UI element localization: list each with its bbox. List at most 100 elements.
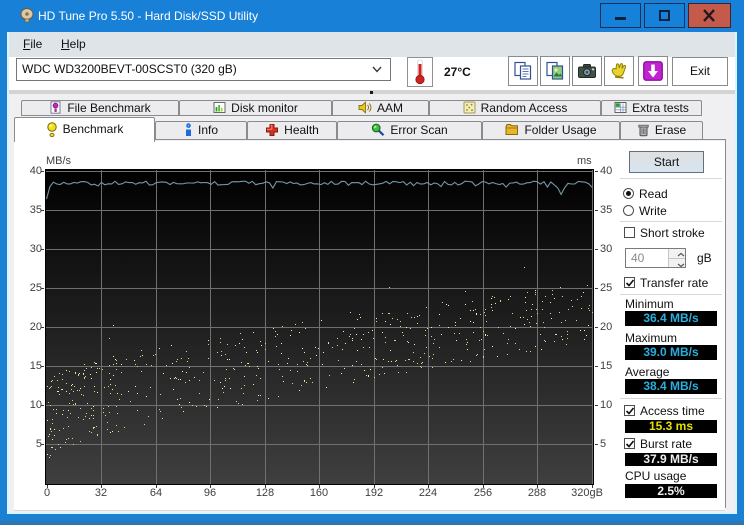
save-results-button[interactable] <box>638 56 668 86</box>
extra-tests-icon <box>614 102 627 114</box>
axis-tick-label: 15 <box>29 360 42 372</box>
axis-tick-label: 224 <box>418 487 438 499</box>
temperature-button[interactable] <box>407 57 433 87</box>
check-icon <box>625 440 635 448</box>
axis-tick-label: 96 <box>203 487 217 499</box>
minimize-button[interactable] <box>600 3 641 28</box>
axis-tick-label: 30 <box>29 243 42 255</box>
tab-aam[interactable]: AAM <box>332 100 429 116</box>
write-radio[interactable] <box>623 205 634 216</box>
hand-icon <box>611 63 627 79</box>
tab-file-benchmark[interactable]: File Benchmark <box>21 100 179 116</box>
support-button[interactable] <box>604 56 634 86</box>
panel-separator-2 <box>620 221 722 222</box>
disk-monitor-icon <box>213 102 226 114</box>
camera-icon <box>578 64 596 78</box>
close-button[interactable] <box>688 3 731 28</box>
drive-select-value: WDC WD3200BEVT-00SCST0 (320 gB) <box>22 62 237 76</box>
trash-icon <box>638 124 649 137</box>
axis-tick-label: 64 <box>149 487 163 499</box>
spinner-buttons[interactable] <box>668 249 685 268</box>
spin-up-button[interactable] <box>669 249 685 258</box>
copy-text-icon <box>514 61 532 80</box>
copy-image-button[interactable] <box>540 56 570 86</box>
axis-tick <box>41 444 44 445</box>
thermometer-icon <box>415 59 425 85</box>
transfer-rate-label: Transfer rate <box>640 276 709 290</box>
access-time-value: 15.3 ms <box>625 420 717 433</box>
burst-rate-checkbox[interactable] <box>624 438 635 449</box>
copy-image-icon <box>546 61 564 80</box>
axis-tick-label: 256 <box>473 487 493 499</box>
tab-error-scan[interactable]: Error Scan <box>337 121 482 140</box>
tab-folder-usage[interactable]: Folder Usage <box>482 121 620 140</box>
maximize-button[interactable] <box>644 3 685 28</box>
axis-tick-label: 25 <box>29 282 42 294</box>
tab-erase[interactable]: Erase <box>620 121 703 140</box>
hd-tune-window: HD Tune Pro 5.50 - Hard Disk/SSD Utility… <box>0 0 744 525</box>
axis-tick-label: 160 <box>309 487 329 499</box>
short-stroke-size-spinner[interactable]: 40 <box>625 248 686 268</box>
cpu-usage-value: 2.5% <box>625 484 717 498</box>
speaker-icon <box>358 101 372 115</box>
spin-down-button[interactable] <box>669 258 685 268</box>
copy-text-button[interactable] <box>508 56 538 86</box>
panel-border-top <box>611 139 726 140</box>
panel-separator-1 <box>620 178 722 179</box>
axis-tick-label: 128 <box>255 487 275 499</box>
access-time-checkbox[interactable] <box>624 405 635 416</box>
close-icon <box>703 9 715 22</box>
maximum-value: 39.0 MB/s <box>625 345 717 360</box>
axis-tick-label: 10 <box>29 399 42 411</box>
panel-separator-3 <box>620 294 722 295</box>
tab-label: AAM <box>376 101 403 115</box>
y-left-unit: MB/s <box>46 155 72 167</box>
tab-random-access[interactable]: Random Access <box>429 100 601 116</box>
tab-extra-tests[interactable]: Extra tests <box>601 100 702 116</box>
burst-rate-label: Burst rate <box>640 437 693 451</box>
folder-icon <box>505 124 519 136</box>
tab-label: Disk monitor <box>231 101 298 115</box>
axis-tick <box>595 327 598 328</box>
frame-bottom-edge <box>0 521 744 525</box>
spin-down-icon <box>677 263 685 268</box>
tab-info[interactable]: Info <box>155 121 247 140</box>
axis-tick-label: 30 <box>600 243 613 255</box>
axis-tick <box>595 249 598 250</box>
axis-tick-label: 20 <box>600 321 613 333</box>
axis-tick-label: 320gB <box>571 487 603 499</box>
read-label: Read <box>639 187 668 201</box>
axis-tick <box>595 171 598 172</box>
check-icon <box>625 279 635 287</box>
write-label: Write <box>639 204 667 218</box>
menu-file[interactable]: File <box>14 32 51 57</box>
window-title: HD Tune Pro 5.50 - Hard Disk/SSD Utility <box>38 9 259 23</box>
exit-button[interactable]: Exit <box>672 57 728 86</box>
read-radio[interactable] <box>623 188 634 199</box>
tab-label: Random Access <box>480 101 568 115</box>
y-right-unit: ms <box>577 155 592 167</box>
axis-tick <box>41 249 44 250</box>
health-cross-icon <box>266 123 279 136</box>
check-icon <box>625 407 635 415</box>
menu-help[interactable]: Help <box>52 32 95 57</box>
transfer-rate-checkbox[interactable] <box>624 277 635 288</box>
start-button[interactable]: Start <box>629 151 704 173</box>
maximum-label: Maximum <box>625 331 678 345</box>
tab-health[interactable]: Health <box>247 121 337 140</box>
tab-disk-monitor[interactable]: Disk monitor <box>179 100 332 116</box>
title-bar: HD Tune Pro 5.50 - Hard Disk/SSD Utility <box>0 0 744 32</box>
axis-tick <box>595 288 598 289</box>
menu-bar: File Help <box>9 32 735 57</box>
average-label: Average <box>625 365 670 379</box>
maximize-icon <box>659 10 670 21</box>
short-stroke-checkbox[interactable] <box>624 227 635 238</box>
screenshot-button[interactable] <box>572 56 602 86</box>
tab-benchmark[interactable]: Benchmark <box>14 117 155 142</box>
benchmark-chart <box>45 169 594 485</box>
axis-tick-label: 15 <box>600 360 613 372</box>
axis-tick-label: 20 <box>29 321 42 333</box>
tab-label: Erase <box>654 123 687 137</box>
spinner-value: 40 <box>631 251 645 265</box>
page-bottom-edge <box>14 510 725 511</box>
